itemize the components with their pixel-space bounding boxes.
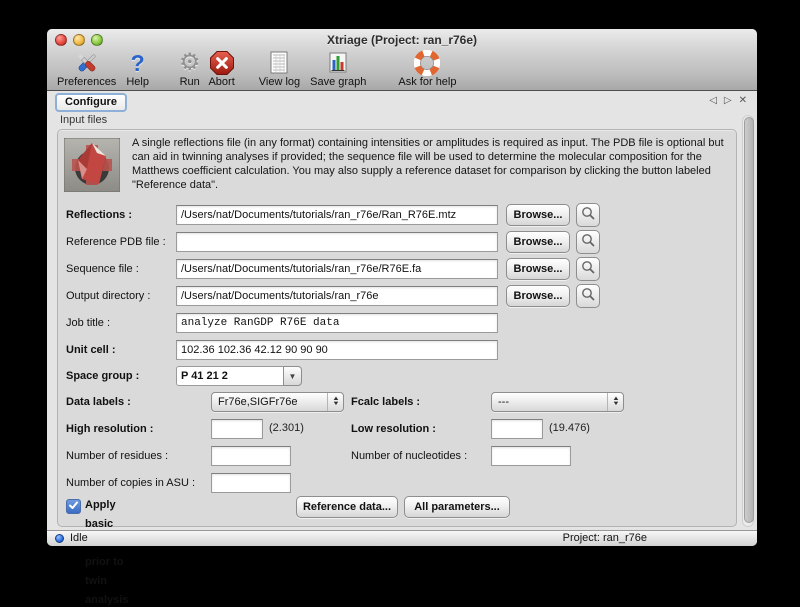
reference-data-button[interactable]: Reference data... xyxy=(296,496,398,518)
output-directory-inspect-button[interactable] xyxy=(576,284,600,308)
fcalc-labels-popup[interactable]: --- ▲▼ xyxy=(491,392,624,412)
project-label: Project: ran_r76e xyxy=(563,531,647,546)
toolbar: Preferences ? Help ⚙ Run xyxy=(47,51,757,90)
toolbar-label: Abort xyxy=(208,76,234,88)
window-title: Xtriage (Project: ran_r76e) xyxy=(47,29,757,51)
titlebar[interactable]: Xtriage (Project: ran_r76e) xyxy=(47,29,757,51)
content-area: Input files xyxy=(47,113,757,531)
reflections-input[interactable] xyxy=(176,205,498,225)
toolbar-label: Save graph xyxy=(310,76,366,88)
num-nucleotides-label: Number of nucleotides : xyxy=(351,446,467,466)
space-group-combo-input[interactable] xyxy=(176,366,283,386)
status-bar: Idle Project: ran_r76e xyxy=(47,530,757,546)
xtriage-window: Xtriage (Project: ran_r76e) xyxy=(47,29,757,546)
output-directory-browse-button[interactable]: Browse... xyxy=(506,285,570,307)
data-labels-popup[interactable]: Fr76e,SIGFr76e ▲▼ xyxy=(211,392,344,412)
space-group-dropdown-button[interactable]: ▼ xyxy=(283,366,302,386)
toolbar-label: Preferences xyxy=(57,76,116,88)
chevron-down-icon: ▼ xyxy=(289,372,297,381)
job-title-input[interactable] xyxy=(176,313,498,333)
input-files-groupbox: A single reflections file (in any format… xyxy=(57,129,737,527)
checkmark-icon xyxy=(68,498,79,516)
sequence-file-input[interactable] xyxy=(176,259,498,279)
toolbar-button-view-log[interactable]: View log xyxy=(259,50,300,88)
num-residues-label: Number of residues : xyxy=(66,446,168,466)
status-text: Idle xyxy=(70,531,88,546)
sequence-file-label: Sequence file : xyxy=(66,259,139,279)
high-resolution-input[interactable] xyxy=(211,419,263,439)
toolbar-label: Run xyxy=(180,76,200,88)
low-resolution-hint: (19.476) xyxy=(549,419,590,437)
tab-bar: Configure ◁ ▷ ✕ xyxy=(47,91,757,113)
toolbar-button-preferences[interactable]: Preferences xyxy=(57,50,116,88)
close-tab-icon[interactable]: ✕ xyxy=(739,94,747,108)
toolbar-button-save-graph[interactable]: Save graph xyxy=(310,50,366,88)
stepper-arrows-icon: ▲▼ xyxy=(327,393,343,411)
reflections-label: Reflections : xyxy=(66,205,132,225)
reference-pdb-label: Reference PDB file : xyxy=(66,232,166,252)
data-labels-label: Data labels : xyxy=(66,392,131,412)
num-copies-asu-label: Number of copies in ASU : xyxy=(66,473,195,493)
unit-cell-label: Unit cell : xyxy=(66,340,116,360)
reference-pdb-inspect-button[interactable] xyxy=(576,230,600,254)
desktop-background: Xtriage (Project: ran_r76e) xyxy=(0,0,800,607)
bar-chart-icon xyxy=(326,50,350,76)
fcalc-labels-value: --- xyxy=(492,396,607,408)
section-title: Input files xyxy=(60,114,107,126)
num-nucleotides-input[interactable] xyxy=(491,446,571,466)
tab-configure[interactable]: Configure xyxy=(55,93,127,112)
space-group-label: Space group : xyxy=(66,366,139,386)
stepper-arrows-icon: ▲▼ xyxy=(607,393,623,411)
toolbar-label: Help xyxy=(126,76,149,88)
reference-pdb-input[interactable] xyxy=(176,232,498,252)
toolbar-label: View log xyxy=(259,76,300,88)
toolbar-label: Ask for help xyxy=(398,76,456,88)
magnifier-icon xyxy=(580,205,596,226)
prev-tab-icon[interactable]: ◁ xyxy=(709,94,717,108)
data-labels-value: Fr76e,SIGFr76e xyxy=(212,396,327,408)
low-resolution-input[interactable] xyxy=(491,419,543,439)
reflections-inspect-button[interactable] xyxy=(576,203,600,227)
unit-cell-input[interactable] xyxy=(176,340,498,360)
life-ring-icon xyxy=(414,50,440,76)
num-residues-input[interactable] xyxy=(211,446,291,466)
reference-pdb-browse-button[interactable]: Browse... xyxy=(506,231,570,253)
low-resolution-label: Low resolution : xyxy=(351,419,436,439)
toolbar-button-ask-for-help[interactable]: Ask for help xyxy=(398,50,456,88)
magnifier-icon xyxy=(580,232,596,253)
log-document-icon xyxy=(268,50,290,76)
job-title-label: Job title : xyxy=(66,313,110,333)
vertical-scrollbar[interactable] xyxy=(742,115,754,527)
input-files-description: A single reflections file (in any format… xyxy=(132,136,732,192)
status-idle-icon xyxy=(55,534,64,543)
tools-icon xyxy=(74,50,100,76)
output-directory-input[interactable] xyxy=(176,286,498,306)
scrollbar-thumb[interactable] xyxy=(744,117,754,523)
toolbar-button-run[interactable]: ⚙ Run xyxy=(179,50,201,88)
toolbar-button-help[interactable]: ? Help xyxy=(126,50,149,88)
sequence-file-inspect-button[interactable] xyxy=(576,257,600,281)
num-copies-asu-input[interactable] xyxy=(211,473,291,493)
high-resolution-hint: (2.301) xyxy=(269,419,304,437)
output-directory-label: Output directory : xyxy=(66,286,150,306)
xtriage-crystal-icon xyxy=(64,138,120,192)
stop-x-icon xyxy=(209,50,235,76)
gear-icon: ⚙ xyxy=(179,50,201,76)
tab-nav: ◁ ▷ ✕ xyxy=(709,94,747,108)
magnifier-icon xyxy=(580,286,596,307)
sequence-file-browse-button[interactable]: Browse... xyxy=(506,258,570,280)
apply-filters-checkbox[interactable] xyxy=(66,499,81,514)
magnifier-icon xyxy=(580,259,596,280)
toolbar-button-abort[interactable]: Abort xyxy=(208,50,234,88)
next-tab-icon[interactable]: ▷ xyxy=(724,94,732,108)
window-header: Xtriage (Project: ran_r76e) xyxy=(47,29,757,91)
fcalc-labels-label: Fcalc labels : xyxy=(351,392,420,412)
all-parameters-button[interactable]: All parameters... xyxy=(404,496,510,518)
high-resolution-label: High resolution : xyxy=(66,419,153,439)
apply-filters-label: Apply basic filters prior to twin analys… xyxy=(85,496,128,607)
question-mark-icon: ? xyxy=(131,50,145,76)
reflections-browse-button[interactable]: Browse... xyxy=(506,204,570,226)
